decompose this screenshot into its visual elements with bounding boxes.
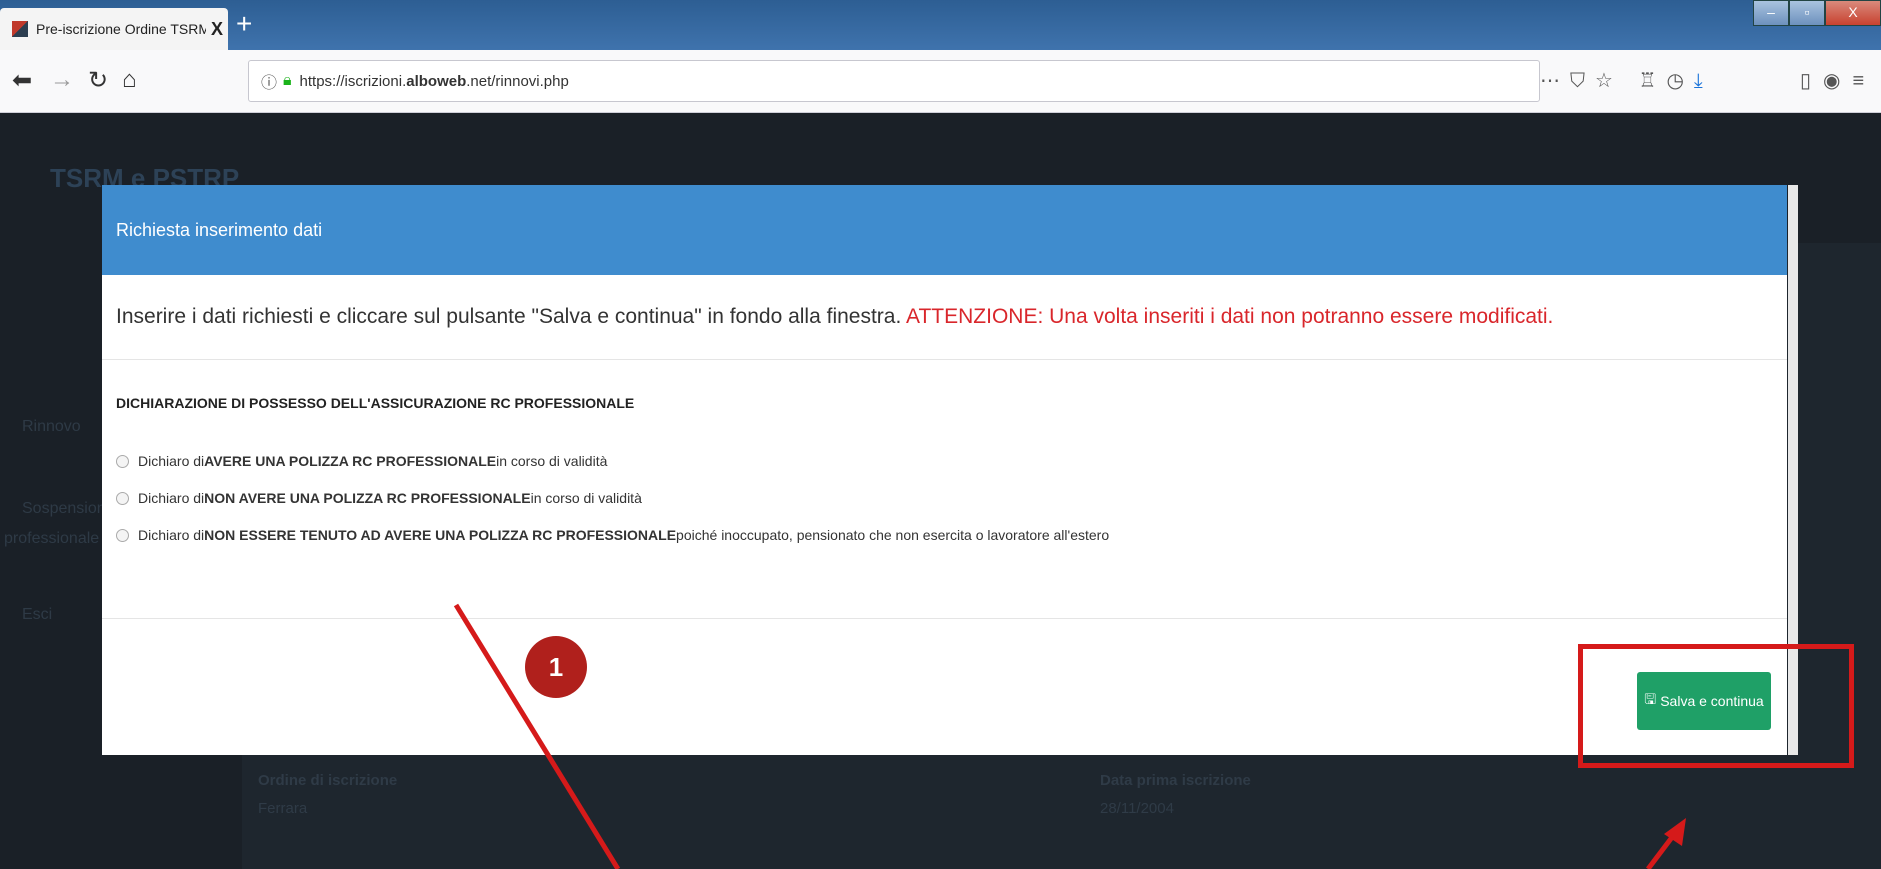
annotation-arrows — [453, 603, 1686, 869]
arrow-line-left — [453, 603, 621, 869]
